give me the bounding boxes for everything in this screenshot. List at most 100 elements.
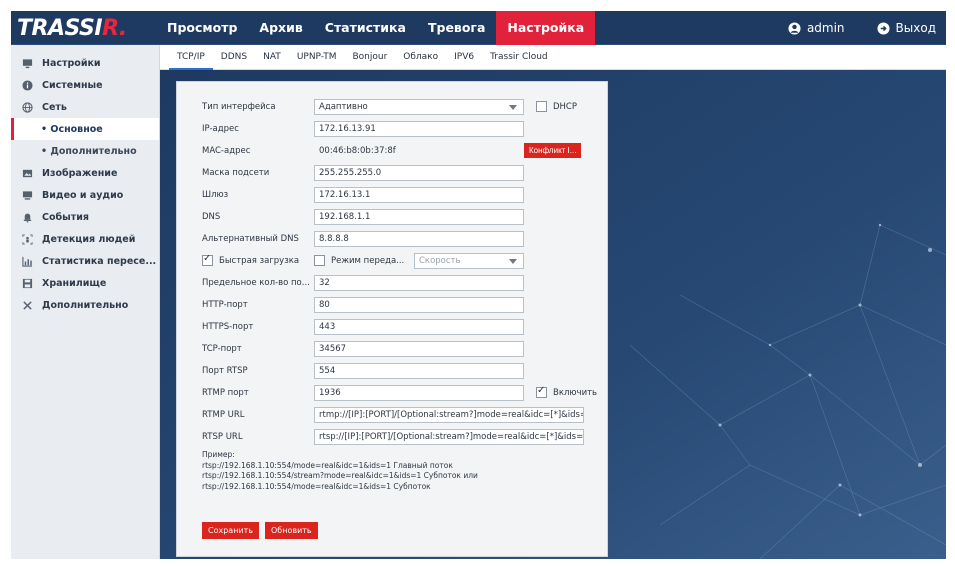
logout-icon <box>877 21 890 35</box>
sidebar-item-label: События <box>42 211 89 223</box>
ip-label: IP-адрес <box>202 123 239 134</box>
fast-boot-checkbox[interactable] <box>202 255 213 266</box>
alt-dns-field[interactable]: 8.8.8.8 <box>314 230 524 247</box>
example-line-main: rtsp://192.168.1.10:554/mode=real&idc=1&… <box>202 460 453 470</box>
tab-ddns[interactable]: DDNS <box>213 45 255 70</box>
rtsp-port-label: Порт RTSP <box>202 365 248 376</box>
tcpip-settings-panel: Тип интерфейса Адаптивно DHCP IP-адрес 1… <box>176 81 608 557</box>
tab-tcpip[interactable]: TCP/IP <box>169 45 213 70</box>
transfer-mode-select[interactable]: Скорость <box>414 252 524 269</box>
http-port-field[interactable]: 80 <box>314 296 524 313</box>
rtmp-enable-checkbox[interactable] <box>536 385 547 398</box>
tab-cloud[interactable]: Облако <box>395 45 446 70</box>
mac-value: 00:46:b8:0b:37:8f <box>319 145 396 156</box>
row-ip: IP-адрес 172.16.13.91 <box>202 120 524 137</box>
nav-alarm[interactable]: Тревога <box>417 11 496 45</box>
save-button[interactable]: Сохранить <box>202 522 259 539</box>
sidebar-item-person-detection[interactable]: Детекция людей <box>11 228 159 250</box>
sidebar-item-settings[interactable]: Настройки <box>11 52 159 74</box>
sidebar-item-label: Системные <box>42 79 103 91</box>
dns-field[interactable]: 192.168.1.1 <box>314 208 524 225</box>
row-max-count: Предельное кол-во по... 32 <box>202 274 524 291</box>
fast-boot-label: Быстрая загрузка <box>219 255 300 266</box>
row-rtsp-url: RTSP URL rtsp://[IP]:[PORT]/[Optional:st… <box>202 428 584 445</box>
sidebar-item-video-audio[interactable]: Видео и аудио <box>11 184 159 206</box>
sidebar-item-image[interactable]: Изображение <box>11 162 159 184</box>
mask-field[interactable]: 255.255.255.0 <box>314 164 524 181</box>
sidebar-item-label: Видео и аудио <box>42 189 124 201</box>
transfer-mode-option: Режим переда... <box>314 255 414 266</box>
sidebar-item-network[interactable]: Сеть <box>11 96 159 118</box>
nav-archive[interactable]: Архив <box>248 11 313 45</box>
app-window: TRASSI R. Просмотр Архив Статистика Трево… <box>11 11 946 559</box>
sidebar-item-label: Настройки <box>42 57 101 69</box>
chart-icon <box>22 256 33 267</box>
transfer-mode-placeholder: Скорость <box>419 255 461 266</box>
user-button[interactable]: admin <box>788 21 845 35</box>
chevron-down-icon <box>509 258 517 264</box>
ip-field[interactable]: 172.16.13.91 <box>314 120 524 137</box>
sidebar-item-crossing-stats[interactable]: Статистика пересе... <box>11 250 159 272</box>
max-count-field[interactable]: 32 <box>314 274 524 291</box>
tcp-port-field[interactable]: 34567 <box>314 340 524 357</box>
nav-statistics[interactable]: Статистика <box>314 11 417 45</box>
tab-nat[interactable]: NAT <box>255 45 289 70</box>
sidebar-item-events[interactable]: События <box>11 206 159 228</box>
mac-label: MAC-адрес <box>202 145 251 156</box>
row-mac: MAC-адрес 00:46:b8:0b:37:8f Конфликт I..… <box>202 142 582 159</box>
rtsp-port-field[interactable]: 554 <box>314 362 524 379</box>
refresh-button[interactable]: Обновить <box>265 522 318 539</box>
user-area: admin Выход <box>788 11 936 45</box>
row-interface-type: Тип интерфейса Адаптивно DHCP <box>202 98 577 115</box>
row-mask: Маска подсети 255.255.255.0 <box>202 164 524 181</box>
tab-bonjour[interactable]: Bonjour <box>344 45 395 70</box>
sidebar-item-additional[interactable]: Дополнительно <box>11 294 159 316</box>
tab-trassir-cloud[interactable]: Trassir Cloud <box>482 45 556 70</box>
example-line-sub-alt: rtsp://192.168.1.10:554/stream?mode=real… <box>202 471 478 480</box>
monitor-icon <box>22 58 33 68</box>
rtsp-url-label: RTSP URL <box>202 431 243 442</box>
mask-label: Маска подсети <box>202 167 270 178</box>
logout-button[interactable]: Выход <box>877 21 936 35</box>
rtmp-port-field[interactable]: 1936 <box>314 384 524 401</box>
sidebar-item-basic[interactable]: • Основное <box>11 118 159 140</box>
alt-dns-label: Альтернативный DNS <box>202 233 299 244</box>
tcp-port-label: TCP-порт <box>202 343 242 354</box>
logout-label: Выход <box>895 21 936 35</box>
dns-label: DNS <box>202 211 221 222</box>
interface-type-select[interactable]: Адаптивно <box>314 98 524 115</box>
row-alt-dns: Альтернативный DNS 8.8.8.8 <box>202 230 524 247</box>
sidebar-item-label: Хранилище <box>42 277 107 289</box>
dhcp-checkbox[interactable] <box>536 101 547 112</box>
gateway-field[interactable]: 172.16.13.1 <box>314 186 524 203</box>
tools-icon <box>23 300 32 310</box>
tab-upnp-tm[interactable]: UPNP-TM <box>289 45 345 70</box>
nav-settings[interactable]: Настройка <box>496 11 596 45</box>
transfer-mode-checkbox[interactable] <box>314 255 325 266</box>
row-rtmp-url: RTMP URL rtmp://[IP]:[PORT]/[Optional:st… <box>202 406 584 423</box>
action-buttons: Сохранить Обновить <box>202 522 318 539</box>
row-http-port: HTTP-порт 80 <box>202 296 524 313</box>
sidebar-item-system[interactable]: Системные <box>11 74 159 96</box>
ip-conflict-button[interactable]: Конфликт I... <box>524 143 582 158</box>
transfer-mode-label: Режим переда... <box>331 255 405 266</box>
sidebar-item-label: • Основное <box>41 123 103 135</box>
tab-bar: TCP/IP DDNS NAT UPNP-TM Bonjour Облако I… <box>160 45 946 70</box>
top-bar: TRASSI R. Просмотр Архив Статистика Трево… <box>11 11 946 45</box>
fast-boot-option: Быстрая загрузка <box>202 255 314 266</box>
row-tcp-port: TCP-порт 34567 <box>202 340 524 357</box>
sidebar-item-label: Сеть <box>42 101 67 113</box>
chevron-down-icon <box>509 104 517 110</box>
sidebar-item-advanced-network[interactable]: • Дополнительно <box>11 140 159 162</box>
info-icon <box>22 79 33 91</box>
tab-ipv6[interactable]: IPV6 <box>446 45 482 70</box>
rtmp-enable-option: Включить <box>536 385 597 398</box>
main-nav: Просмотр Архив Статистика Тревога Настро… <box>156 11 596 45</box>
sidebar-item-storage[interactable]: Хранилище <box>11 272 159 294</box>
example-title: Пример: <box>202 450 235 459</box>
rtsp-url-field[interactable]: rtsp://[IP]:[PORT]/[Optional:stream?]mod… <box>314 428 584 445</box>
https-port-field[interactable]: 443 <box>314 318 524 335</box>
rtmp-url-field[interactable]: rtmp://[IP]:[PORT]/[Optional:stream?]mod… <box>314 406 584 423</box>
nav-view[interactable]: Просмотр <box>156 11 248 45</box>
sidebar-item-label: Изображение <box>42 167 118 179</box>
